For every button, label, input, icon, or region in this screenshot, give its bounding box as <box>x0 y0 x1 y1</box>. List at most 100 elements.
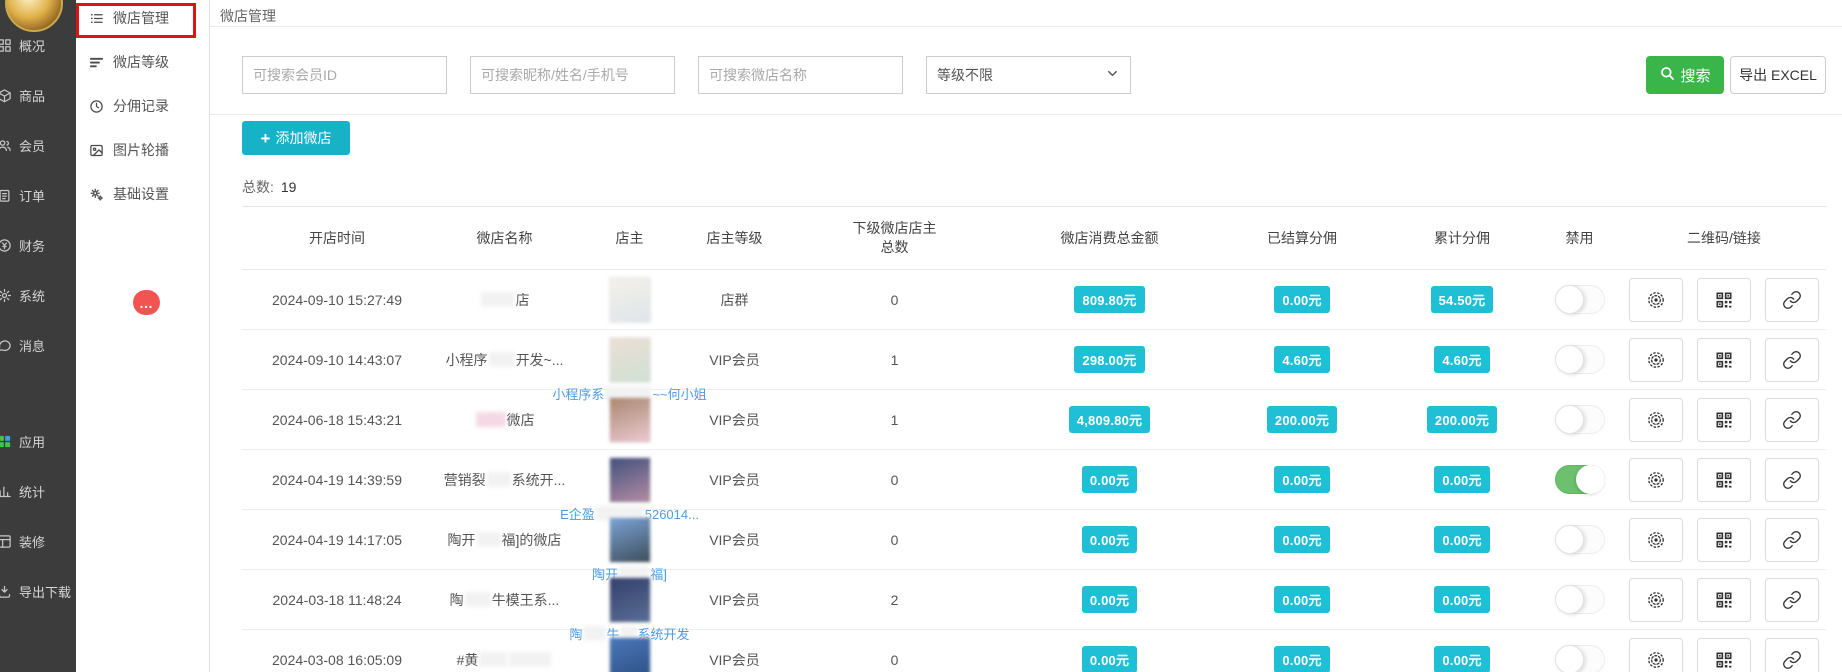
export-excel-button[interactable]: 导出 EXCEL <box>1730 56 1826 94</box>
miniprogram-code-button[interactable] <box>1629 458 1683 502</box>
disable-toggle[interactable] <box>1555 465 1605 494</box>
redacted-text <box>487 472 511 487</box>
disable-toggle[interactable] <box>1555 285 1605 314</box>
qrcode-icon <box>1714 350 1734 370</box>
qrcode-button[interactable] <box>1697 338 1751 382</box>
toggle-knob <box>1576 465 1605 494</box>
miniprogram-code-icon <box>1646 650 1666 670</box>
link-button[interactable] <box>1765 278 1819 322</box>
miniprogram-code-button[interactable] <box>1629 338 1683 382</box>
qrcode-button[interactable] <box>1697 278 1751 322</box>
column-header-open-time: 开店时间 <box>242 229 432 248</box>
link-button[interactable] <box>1765 398 1819 442</box>
toggle-knob <box>1555 405 1584 434</box>
qrcode-button[interactable] <box>1697 638 1751 672</box>
search-button-label: 搜索 <box>1680 65 1710 86</box>
sidebar-item-goods[interactable]: 商品 <box>0 76 76 114</box>
link-button[interactable] <box>1765 638 1819 672</box>
shop-name-cell: #黄 <box>432 650 577 670</box>
sub-shop-count-cell: 0 <box>787 652 1002 668</box>
sidebar-item-system[interactable]: 系统 <box>0 276 76 314</box>
shop-name-cell: 微店 <box>432 410 577 430</box>
sidebar-item-stats[interactable]: 统计 <box>0 472 76 510</box>
owner-cell: 小程序系~~何小姐 <box>577 330 682 389</box>
shop-name-input[interactable] <box>698 56 903 94</box>
miniprogram-code-button[interactable] <box>1629 578 1683 622</box>
sidebar-item-messages[interactable]: 消息 <box>0 326 76 364</box>
submenu-item-shop-management[interactable]: 微店管理 <box>76 3 209 33</box>
cumulative-commission-cell: 0.00元 <box>1387 526 1537 553</box>
link-button[interactable] <box>1765 578 1819 622</box>
qrcode-icon <box>1714 590 1734 610</box>
link-icon <box>1782 470 1802 490</box>
sidebar-item-orders[interactable]: 订单 <box>0 176 76 214</box>
search-button[interactable]: 搜索 <box>1646 56 1724 94</box>
secondary-nav: 微店管理微店等级分佣记录图片轮播基础设置 <box>76 3 209 209</box>
miniprogram-code-button[interactable] <box>1629 638 1683 672</box>
sub-shop-count-cell: 0 <box>787 472 1002 488</box>
amount-badge: 200.00元 <box>1427 406 1497 433</box>
column-header-shop-name: 微店名称 <box>432 229 577 248</box>
miniprogram-code-button[interactable] <box>1629 278 1683 322</box>
column-header-total-consumption: 微店消费总金额 <box>1002 229 1217 248</box>
amount-badge: 0.00元 <box>1434 466 1489 493</box>
owner-avatar <box>609 577 651 623</box>
sidebar-item-label: 装修 <box>19 532 45 551</box>
redacted-text <box>481 292 515 307</box>
submenu-item-basic-settings[interactable]: 基础设置 <box>76 179 209 209</box>
sidebar-item-apps[interactable]: 应用 <box>0 422 76 460</box>
total-consumption-cell: 0.00元 <box>1002 586 1217 613</box>
messages-icon <box>0 338 12 353</box>
qrcode-button[interactable] <box>1697 518 1751 562</box>
orders-icon <box>0 188 12 203</box>
add-shop-button[interactable]: + 添加微店 <box>242 121 350 155</box>
miniprogram-code-button[interactable] <box>1629 398 1683 442</box>
owner-level-cell: VIP会员 <box>682 650 787 670</box>
shop-name-cell: 陶开福]的微店 <box>432 530 577 550</box>
disable-toggle[interactable] <box>1555 525 1605 554</box>
disable-toggle[interactable] <box>1555 405 1605 434</box>
qrcode-button[interactable] <box>1697 458 1751 502</box>
disable-toggle[interactable] <box>1555 585 1605 614</box>
members-icon <box>0 138 12 153</box>
disable-toggle[interactable] <box>1555 645 1605 672</box>
redacted-text <box>489 352 515 367</box>
member-id-input[interactable] <box>242 56 447 94</box>
link-button[interactable] <box>1765 458 1819 502</box>
disable-toggle[interactable] <box>1555 345 1605 374</box>
nickname-input[interactable] <box>470 56 675 94</box>
settled-commission-cell: 0.00元 <box>1217 586 1387 613</box>
cumulative-commission-cell: 200.00元 <box>1387 406 1537 433</box>
cumulative-commission-cell: 0.00元 <box>1387 586 1537 613</box>
toggle-knob <box>1555 285 1584 314</box>
miniprogram-code-button[interactable] <box>1629 518 1683 562</box>
owner-cell <box>577 390 682 449</box>
sidebar-item-finance[interactable]: 财务 <box>0 226 76 264</box>
level-select[interactable]: 等级不限 <box>926 56 1131 94</box>
primary-sidebar: 概况商品会员订单财务系统消息应用统计装修导出下载 <box>0 0 76 672</box>
submenu-item-commission-records[interactable]: 分佣记录 <box>76 91 209 121</box>
sidebar-item-label: 概况 <box>19 36 45 55</box>
submenu-item-image-carousel[interactable]: 图片轮播 <box>76 135 209 165</box>
settled-commission-cell: 0.00元 <box>1217 466 1387 493</box>
table-row: 2024-04-19 14:39:59营销裂系统开...E企盈526014...… <box>242 450 1826 510</box>
qrcode-button[interactable] <box>1697 398 1751 442</box>
disabled-cell <box>1537 645 1622 672</box>
link-button[interactable] <box>1765 518 1819 562</box>
column-header-settled-commission: 已结算分佣 <box>1217 229 1387 248</box>
gears-icon <box>89 187 104 202</box>
settled-commission-cell: 0.00元 <box>1217 646 1387 672</box>
submenu-item-shop-levels[interactable]: 微店等级 <box>76 47 209 77</box>
toggle-knob <box>1555 345 1584 374</box>
amount-badge: 54.50元 <box>1431 286 1494 313</box>
link-button[interactable] <box>1765 338 1819 382</box>
table-header-row: 开店时间微店名称店主店主等级下级微店店主总数微店消费总金额已结算分佣累计分佣禁用… <box>242 207 1826 270</box>
open-time-cell: 2024-09-10 14:43:07 <box>242 352 432 368</box>
qrcode-icon <box>1714 530 1734 550</box>
filters-divider <box>210 114 1842 115</box>
sidebar-item-export-download[interactable]: 导出下载 <box>0 572 76 610</box>
disabled-cell <box>1537 345 1622 374</box>
sidebar-item-members[interactable]: 会员 <box>0 126 76 164</box>
qrcode-button[interactable] <box>1697 578 1751 622</box>
sidebar-item-decorate[interactable]: 装修 <box>0 522 76 560</box>
